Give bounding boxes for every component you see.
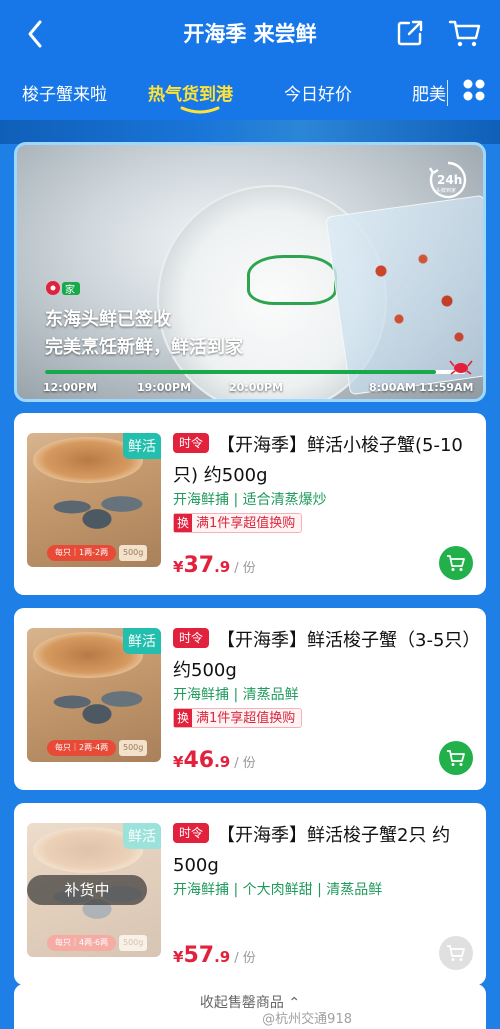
tab-today-deals[interactable]: 今日好价 [284,80,352,105]
price-unit: / 份 [234,951,256,966]
add-to-cart-button[interactable] [439,741,473,775]
price: ¥37.9/ 份 [173,553,256,578]
24h-delivery-icon: 24h 头鲜到家 [428,161,467,199]
price-int: 46 [183,748,215,773]
product-subtitle: 开海鲜捕 | 个大肉鲜甜 | 清蒸品鲜 [173,882,383,898]
promo-video[interactable]: 24h 头鲜到家 家 东海头鲜已签收 完美烹饪新鲜，鲜活到家 12:00PM 1… [14,142,486,402]
tab-swimming-crab[interactable]: 梭子蟹来啦 [22,80,107,105]
24h-sublabel: 头鲜到家 [436,187,456,194]
price-dec: .9 [214,558,231,576]
add-to-cart-button[interactable] [439,546,473,580]
watermark: @杭州交通918 [262,1012,352,1027]
price-dec: .9 [214,753,231,771]
product-title[interactable]: 【开海季】鲜活梭子蟹（3-5只）约500g [173,626,473,686]
currency: ¥ [173,753,184,771]
home-pin-icon: 家 [46,281,80,296]
seasonal-badge: 时令 [173,628,210,648]
product-card[interactable]: 鲜活 每只｜4两-6两 500g 补货中 【开海季】鲜活梭子蟹2只 约500g … [14,803,486,985]
more-categories-icon[interactable] [462,78,486,102]
page-title: 开海季 来尝鲜 [183,22,317,46]
price: ¥57.9/ 份 [173,943,256,968]
fresh-tag: 鲜活 [123,433,161,459]
product-subtitle: 开海鲜捕 | 清蒸品鲜 [173,687,299,703]
delivery-timeline [45,370,465,374]
home-label: 家 [65,283,75,296]
promo-tag: 换满1件享超值换购 [173,708,303,728]
timeline-tick: 19:00PM [137,381,192,394]
price: ¥46.9/ 份 [173,748,256,773]
swap-icon: 换 [174,514,193,532]
size-note: 每只｜4两-6两 [47,935,117,951]
timeline-tick: 20:00PM [229,381,284,394]
timeline-tick: 8:00AM [369,381,416,394]
crabs-image [35,672,159,732]
timeline-progress [45,370,436,374]
cart-icon [447,945,465,961]
crabs-image [35,477,159,537]
crab-logo-image [247,255,337,305]
category-tabs: 梭子蟹来啦 热气货到港 今日好价 肥美 [0,68,500,120]
product-title[interactable]: 【开海季】鲜活小梭子蟹(5-10只) 约500g [173,431,473,491]
fresh-tag: 鲜活 [123,823,161,849]
weight-note: 500g [119,545,148,561]
size-note: 每只｜1两-2两 [47,545,117,561]
banner-strip [0,120,500,144]
collapse-sold-out-button[interactable]: 收起售罄商品 ⌃ [14,984,486,1029]
product-subtitle: 开海鲜捕 | 适合清蒸爆炒 [173,492,327,508]
banner-subheadline: 完美烹饪新鲜，鲜活到家 [45,337,243,358]
weight-note: 500g [119,740,148,756]
24h-label: 24h [437,173,462,187]
cart-icon[interactable] [448,18,482,48]
tab-divider [447,80,448,106]
timeline-tick: 12:00PM [43,381,98,394]
price-unit: / 份 [234,561,256,576]
cart-icon [447,750,465,766]
price-unit: / 份 [234,756,256,771]
currency: ¥ [173,558,184,576]
banner-headline: 东海头鲜已签收 [45,309,171,330]
add-to-cart-button[interactable] [439,936,473,970]
promo-text: 满1件享超值换购 [196,711,296,726]
product-image[interactable]: 鲜活 每只｜2两-4两 500g [27,628,161,762]
restocking-label: 补货中 [27,875,147,905]
product-image[interactable]: 鲜活 每只｜1两-2两 500g [27,433,161,567]
promo-tag: 换满1件享超值换购 [173,513,303,533]
seasonal-badge: 时令 [173,433,210,453]
crab-marker-icon [449,360,473,375]
crabs-in-bag-image [357,235,477,355]
product-title[interactable]: 【开海季】鲜活梭子蟹2只 约500g [173,821,473,881]
active-tab-underline [180,106,220,114]
tab-plump[interactable]: 肥美 [412,80,446,105]
promo-text: 满1件享超值换购 [196,516,296,531]
price-int: 57 [183,943,215,968]
price-dec: .9 [214,948,231,966]
currency: ¥ [173,948,184,966]
top-bar: 开海季 来尝鲜 [0,0,500,68]
fresh-tag: 鲜活 [123,628,161,654]
size-note: 每只｜2两-4两 [47,740,117,756]
seasonal-badge: 时令 [173,823,210,843]
share-icon[interactable] [395,18,425,48]
product-card[interactable]: 鲜活 每只｜1两-2两 500g 【开海季】鲜活小梭子蟹(5-10只) 约500… [14,413,486,595]
swap-icon: 换 [174,709,193,727]
tab-hot-arrivals[interactable]: 热气货到港 [148,80,233,105]
timeline-tick: 11:59AM [419,381,474,394]
product-card[interactable]: 鲜活 每只｜2两-4两 500g 【开海季】鲜活梭子蟹（3-5只）约500g 时… [14,608,486,790]
price-int: 37 [183,553,215,578]
weight-note: 500g [119,935,148,951]
cart-icon [447,555,465,571]
